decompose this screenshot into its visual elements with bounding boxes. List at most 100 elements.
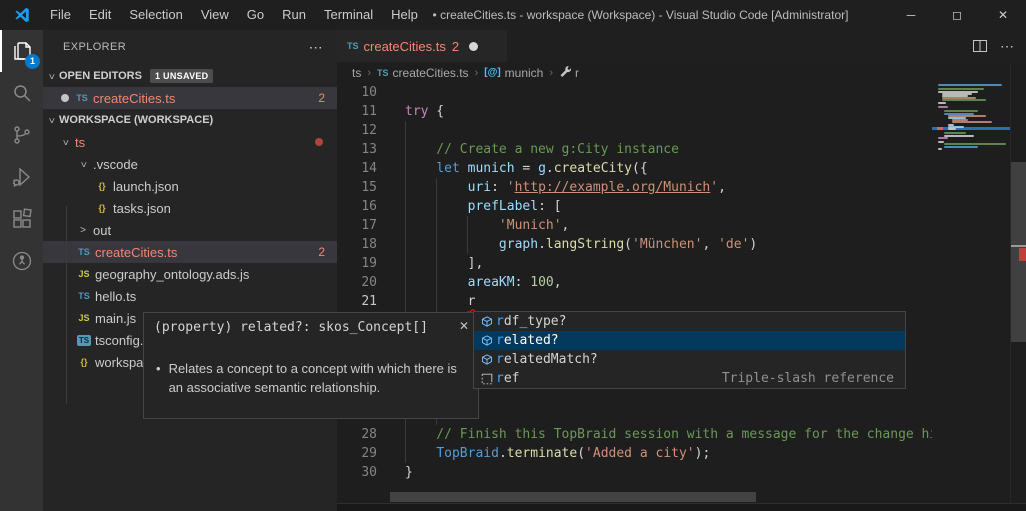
- breadcrumb-createcities-ts[interactable]: TScreateCities.ts: [377, 66, 469, 80]
- menu-terminal[interactable]: Terminal: [315, 0, 382, 30]
- symbol-field-icon: [477, 352, 496, 368]
- code-line-11[interactable]: 11try {: [337, 102, 1026, 121]
- code-line-18[interactable]: 18 graph.langString('München', 'de'): [337, 235, 1026, 254]
- tree-item-ts[interactable]: >ts: [43, 131, 337, 153]
- code-line-29[interactable]: 29 TopBraid.terminate('Added a city');: [337, 444, 1026, 463]
- tree-item--vscode[interactable]: >.vscode: [43, 153, 337, 175]
- suggest-item-rdf-type-[interactable]: rdf_type?: [474, 312, 905, 331]
- suggest-widget: rdf_type?related?relatedMatch?refTriple-…: [473, 311, 906, 389]
- tab-createcities[interactable]: TS createCities.ts 2: [337, 30, 507, 62]
- symbol-field-icon: [477, 333, 496, 349]
- code-text: let munich = g.createCity({: [405, 159, 648, 178]
- minimize-button[interactable]: ─: [888, 0, 934, 30]
- code-editor[interactable]: 1011try {1213 // Create a new g:City ins…: [337, 83, 1026, 511]
- minimap-line: [952, 121, 992, 123]
- json-file-icon: {}: [75, 357, 93, 367]
- line-number: 29: [337, 444, 377, 463]
- problem-count: 2: [318, 245, 337, 259]
- code-text: }: [405, 463, 413, 482]
- symbol-snippet-icon: [477, 371, 496, 387]
- breadcrumb-munich[interactable]: [@]munich: [484, 66, 543, 80]
- tree-item-createcities-ts[interactable]: TScreateCities.ts2: [43, 241, 337, 263]
- code-line-21[interactable]: 21 r: [337, 292, 1026, 311]
- suggest-item-related-[interactable]: related?: [474, 331, 905, 350]
- tree-item-label: hello.ts: [95, 289, 136, 304]
- custom-extension-icon[interactable]: [0, 240, 43, 282]
- code-line-28[interactable]: 28 // Finish this TopBraid session with …: [337, 425, 1026, 444]
- horizontal-scrollbar-thumb[interactable]: [390, 492, 756, 502]
- menu-view[interactable]: View: [192, 0, 238, 30]
- suggest-item-relatedmatch-[interactable]: relatedMatch?: [474, 350, 905, 369]
- open-editors-header[interactable]: > OPEN EDITORS 1 UNSAVED: [43, 65, 337, 87]
- code-line-30[interactable]: 30}: [337, 463, 1026, 482]
- line-number: 10: [337, 83, 377, 102]
- run-debug-icon[interactable]: [0, 156, 43, 198]
- suggest-detail: Triple-slash reference: [722, 371, 902, 386]
- breadcrumb-label: munich: [505, 66, 544, 80]
- code-text: 'Munich',: [405, 216, 569, 235]
- menu-file[interactable]: File: [41, 0, 80, 30]
- maximize-button[interactable]: ◻: [934, 0, 980, 30]
- chevron-down-icon: >: [46, 68, 57, 84]
- minimap-error-marker: [937, 127, 943, 130]
- problem-count: 2: [318, 91, 337, 105]
- unsaved-badge: 1 UNSAVED: [150, 69, 214, 83]
- vertical-scrollbar[interactable]: [1010, 62, 1026, 503]
- split-editor-icon[interactable]: [972, 38, 988, 54]
- breadcrumb-ts[interactable]: ts: [352, 66, 361, 80]
- open-editor-label: createCities.ts: [93, 91, 175, 106]
- explorer-actions-icon[interactable]: ⋯: [309, 30, 323, 65]
- search-icon[interactable]: [0, 72, 43, 114]
- explorer-icon[interactable]: 1: [0, 30, 43, 72]
- close-button[interactable]: ✕: [980, 0, 1026, 30]
- minimap[interactable]: [932, 83, 1010, 491]
- line-number: 30: [337, 463, 377, 482]
- tree-item-label: .vscode: [93, 157, 138, 172]
- hover-description: Relates a concept to a concept with whic…: [169, 359, 464, 397]
- tree-item-hello-ts[interactable]: TShello.ts: [43, 285, 337, 307]
- line-number: 12: [337, 121, 377, 140]
- tab-problem-count: 2: [452, 39, 459, 54]
- close-icon[interactable]: ✕: [459, 319, 469, 333]
- open-editor-item[interactable]: TScreateCities.ts2: [43, 87, 337, 109]
- suggest-item-ref[interactable]: refTriple-slash reference: [474, 369, 905, 388]
- menu-selection[interactable]: Selection: [120, 0, 191, 30]
- code-line-15[interactable]: 15 uri: 'http://example.org/Munich',: [337, 178, 1026, 197]
- chevron-right-icon: ›: [549, 67, 553, 79]
- code-line-17[interactable]: 17 'Munich',: [337, 216, 1026, 235]
- code-line-14[interactable]: 14 let munich = g.createCity({: [337, 159, 1026, 178]
- menu-run[interactable]: Run: [273, 0, 315, 30]
- tree-item-out[interactable]: >out: [43, 219, 337, 241]
- code-line-13[interactable]: 13 // Create a new g:City instance: [337, 140, 1026, 159]
- code-text: ],: [405, 254, 483, 273]
- json-file-icon: {}: [93, 181, 111, 191]
- menu-edit[interactable]: Edit: [80, 0, 120, 30]
- menu-go[interactable]: Go: [238, 0, 273, 30]
- breadcrumb-r[interactable]: r: [559, 65, 579, 80]
- code-line-12[interactable]: 12: [337, 121, 1026, 140]
- code-line-16[interactable]: 16 prefLabel: [: [337, 197, 1026, 216]
- code-text: areaKM: 100,: [405, 273, 562, 292]
- code-line-20[interactable]: 20 areaKM: 100,: [337, 273, 1026, 292]
- tab-modified-dot[interactable]: [469, 42, 478, 51]
- source-control-icon[interactable]: [0, 114, 43, 156]
- editor-actions-icon[interactable]: ⋯: [1000, 38, 1014, 55]
- tree-item-geography-ontology-ads-js[interactable]: JSgeography_ontology.ads.js: [43, 263, 337, 285]
- modified-dot-icon[interactable]: [57, 94, 73, 102]
- code-text: r: [405, 292, 475, 311]
- tree-item-launch-json[interactable]: {}launch.json: [43, 175, 337, 197]
- wrench-icon: [559, 65, 571, 80]
- tab-label: createCities.ts: [364, 39, 446, 54]
- minimap-line: [938, 137, 948, 139]
- extensions-icon[interactable]: [0, 198, 43, 240]
- code-line-19[interactable]: 19 ],: [337, 254, 1026, 273]
- js-file-icon: JS: [75, 269, 93, 279]
- workspace-header[interactable]: > WORKSPACE (WORKSPACE): [43, 109, 337, 131]
- line-number: 15: [337, 178, 377, 197]
- symbol-field-icon: [477, 314, 496, 330]
- tree-item-tasks-json[interactable]: {}tasks.json: [43, 197, 337, 219]
- code-text: // Finish this TopBraid session with a m…: [405, 425, 945, 444]
- code-line-10[interactable]: 10: [337, 83, 1026, 102]
- open-editors-label: OPEN EDITORS: [59, 70, 142, 82]
- tree-item-label: launch.json: [113, 179, 179, 194]
